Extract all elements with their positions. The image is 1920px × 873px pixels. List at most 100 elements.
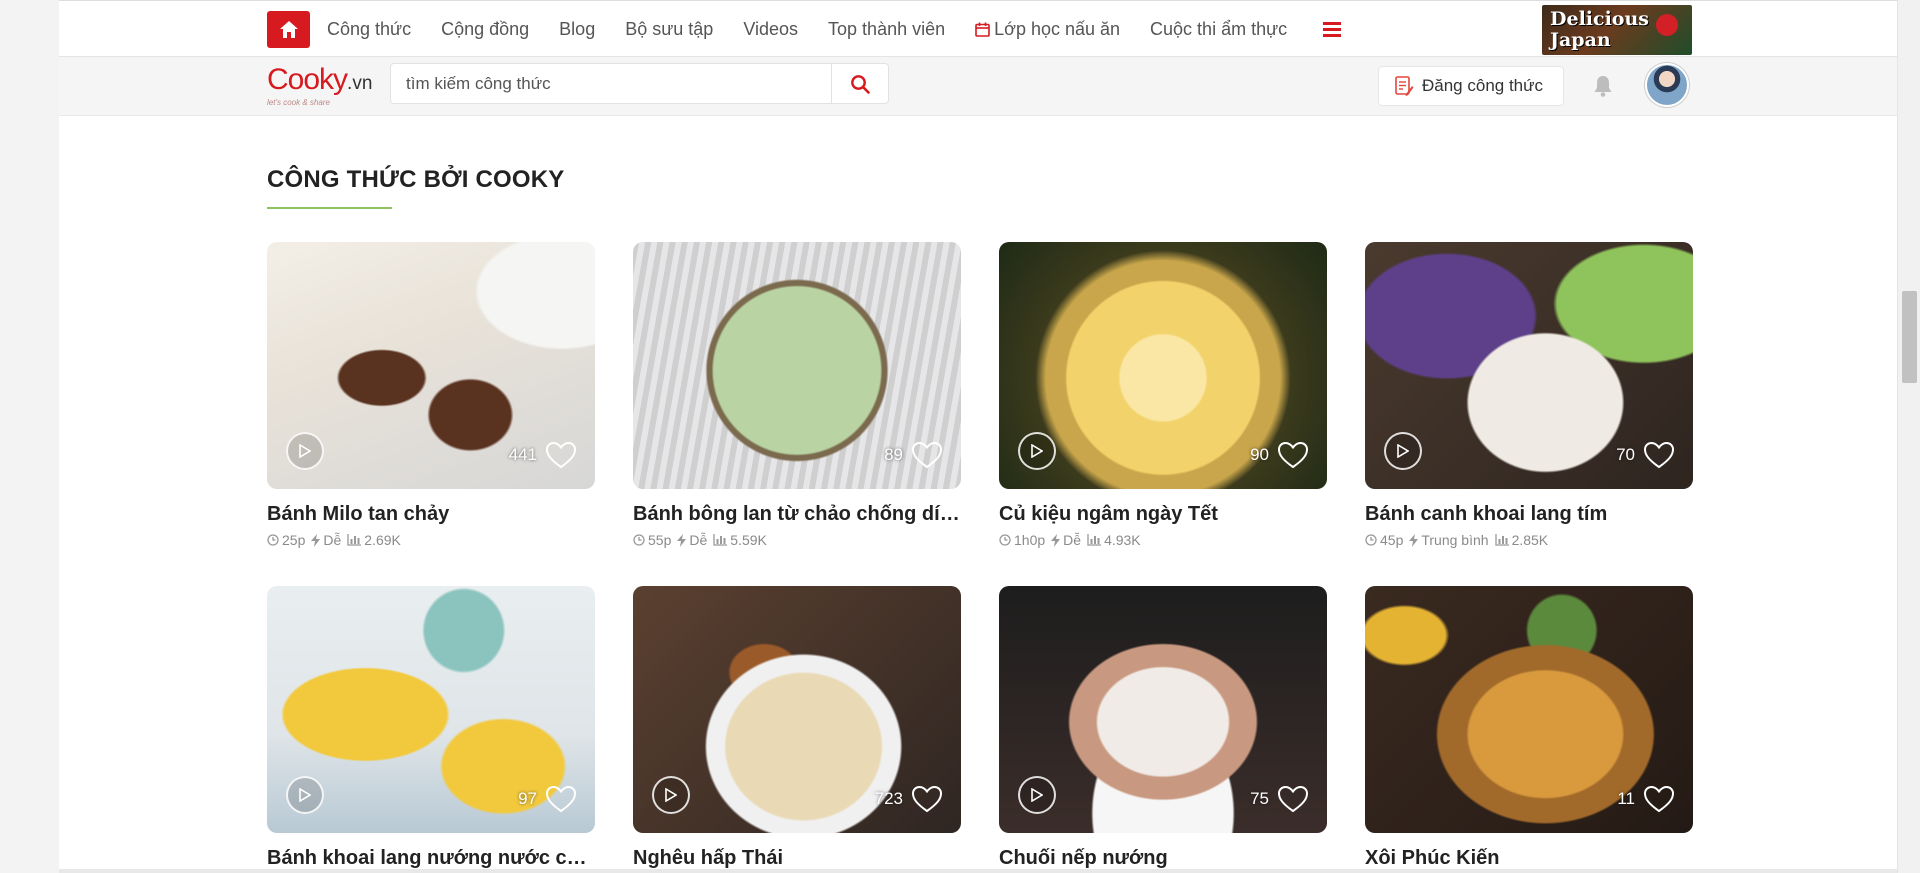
recipe-card[interactable]: 97 Bánh khoai lang nướng nước cốt dừa xyxy=(267,586,595,870)
recipe-title[interactable]: Chuối nếp nướng xyxy=(999,847,1327,870)
nav-item-top-thanh-vien[interactable]: Top thành viên xyxy=(828,19,945,40)
bar-chart-icon xyxy=(1494,534,1509,546)
clock-icon xyxy=(633,534,645,546)
nav-item-blog[interactable]: Blog xyxy=(559,19,595,40)
recipe-views: 2.85K xyxy=(1511,532,1549,548)
play-icon[interactable] xyxy=(652,776,690,814)
recipe-views: 2.69K xyxy=(364,532,401,548)
bolt-icon xyxy=(1051,533,1061,547)
post-recipe-label: Đăng công thức xyxy=(1422,76,1544,95)
recipe-card[interactable]: 441 Bánh Milo tan chảy 25p Dễ 2.69K xyxy=(267,242,595,548)
recipe-level: Dễ xyxy=(689,532,708,548)
nav-item-cuoc-thi[interactable]: Cuộc thi ẩm thực xyxy=(1150,19,1287,40)
home-icon xyxy=(279,21,298,38)
recipe-thumbnail[interactable]: 441 xyxy=(267,242,595,489)
recipe-title[interactable]: Bánh Milo tan chảy xyxy=(267,503,595,526)
play-icon[interactable] xyxy=(1384,432,1422,470)
notification-bell-icon[interactable] xyxy=(1590,73,1616,99)
user-avatar[interactable] xyxy=(1645,63,1689,107)
horizontal-scrollbar[interactable] xyxy=(59,869,1897,873)
heart-icon[interactable] xyxy=(911,441,943,469)
recipe-title[interactable]: Xôi Phúc Kiến xyxy=(1365,847,1693,870)
top-nav: Công thức Cộng đồng Blog Bộ sưu tập Vide… xyxy=(59,0,1897,57)
heart-icon[interactable] xyxy=(911,785,943,813)
search-bar-row: Cooky.vn let's cook & share Đăng công th… xyxy=(59,57,1897,116)
recipe-title[interactable]: Nghêu hấp Thái xyxy=(633,847,961,870)
search-input[interactable] xyxy=(391,64,831,103)
recipe-time: 55p xyxy=(648,532,672,548)
post-recipe-button[interactable]: Đăng công thức xyxy=(1378,66,1564,106)
bolt-icon xyxy=(311,533,321,547)
recipe-title[interactable]: Bánh khoai lang nướng nước cốt dừa xyxy=(267,847,595,870)
recipe-card[interactable]: 70 Bánh canh khoai lang tím 45p Trung bì… xyxy=(1365,242,1693,548)
recipe-card[interactable]: 723 Nghêu hấp Thái xyxy=(633,586,961,870)
recipe-level: Dễ xyxy=(323,532,342,548)
heart-icon[interactable] xyxy=(1643,441,1675,469)
nav-item-cong-thuc[interactable]: Công thức xyxy=(327,19,411,40)
clock-icon xyxy=(1365,534,1377,546)
recipe-level: Trung bình xyxy=(1421,532,1489,548)
recipe-meta: 55p Dễ 5.59K xyxy=(633,532,961,548)
recipe-time: 45p xyxy=(1380,532,1404,548)
bolt-icon xyxy=(677,533,687,547)
nav-item-videos[interactable]: Videos xyxy=(743,19,798,40)
logo-text: Cooky xyxy=(267,63,348,96)
heart-icon[interactable] xyxy=(1277,785,1309,813)
recipe-title[interactable]: Củ kiệu ngâm ngày Tết xyxy=(999,503,1327,526)
play-icon[interactable] xyxy=(286,432,324,470)
recipe-card[interactable]: 89 Bánh bông lan từ chảo chống dính 55p … xyxy=(633,242,961,548)
bar-chart-icon xyxy=(1087,534,1102,546)
recipe-thumbnail[interactable]: 70 xyxy=(1365,242,1693,489)
nav-item-cong-dong[interactable]: Cộng đồng xyxy=(441,19,529,40)
like-count: 11 xyxy=(1617,789,1635,808)
play-icon[interactable] xyxy=(1018,776,1056,814)
section-title: CÔNG THỨC BỞI COOKY xyxy=(267,166,565,193)
like-count: 90 xyxy=(1250,445,1269,464)
recipe-title[interactable]: Bánh canh khoai lang tím xyxy=(1365,503,1693,526)
delicious-japan-banner[interactable]: Delicious Japan xyxy=(1542,5,1692,55)
recipe-views: 5.59K xyxy=(730,532,767,548)
hamburger-menu-icon[interactable] xyxy=(1323,19,1342,40)
recipe-card[interactable]: 11 Xôi Phúc Kiến xyxy=(1365,586,1693,870)
like-count: 70 xyxy=(1616,445,1635,464)
bar-chart-icon xyxy=(713,534,728,546)
search-icon xyxy=(851,74,870,94)
like-count: 441 xyxy=(508,445,537,464)
nav-links: Công thức Cộng đồng Blog Bộ sưu tập Vide… xyxy=(327,1,1342,57)
recipe-meta: 25p Dễ 2.69K xyxy=(267,532,595,548)
clock-icon xyxy=(267,534,279,546)
bolt-icon xyxy=(1409,533,1419,547)
scrollbar-thumb[interactable] xyxy=(1902,291,1917,383)
section-underline xyxy=(267,207,392,209)
like-count: 97 xyxy=(518,789,537,808)
heart-icon[interactable] xyxy=(1643,785,1675,813)
recipe-title[interactable]: Bánh bông lan từ chảo chống dính xyxy=(633,503,961,526)
nav-item-bo-suu-tap[interactable]: Bộ sưu tập xyxy=(625,19,713,40)
recipe-thumbnail[interactable]: 90 xyxy=(999,242,1327,489)
recipe-card[interactable]: 75 Chuối nếp nướng xyxy=(999,586,1327,870)
recipe-level: Dễ xyxy=(1063,532,1082,548)
recipe-thumbnail[interactable]: 97 xyxy=(267,586,595,833)
vertical-scrollbar[interactable] xyxy=(1897,0,1920,873)
like-count: 75 xyxy=(1250,789,1269,808)
recipe-meta: 45p Trung bình 2.85K xyxy=(1365,532,1693,548)
recipe-thumbnail[interactable]: 89 xyxy=(633,242,961,489)
home-button[interactable] xyxy=(267,11,310,48)
recipe-time: 1h0p xyxy=(1014,532,1046,548)
search-button[interactable] xyxy=(831,64,888,103)
cooky-logo[interactable]: Cooky.vn let's cook & share xyxy=(267,64,387,108)
heart-icon[interactable] xyxy=(545,441,577,469)
play-icon[interactable] xyxy=(286,776,324,814)
heart-icon[interactable] xyxy=(545,785,577,813)
heart-icon[interactable] xyxy=(1277,441,1309,469)
banner-text: Delicious Japan xyxy=(1550,8,1649,51)
recipe-card[interactable]: 90 Củ kiệu ngâm ngày Tết 1h0p Dễ 4.93K xyxy=(999,242,1327,548)
recipe-thumbnail[interactable]: 723 xyxy=(633,586,961,833)
page: Công thức Cộng đồng Blog Bộ sưu tập Vide… xyxy=(59,0,1897,873)
recipe-thumbnail[interactable]: 75 xyxy=(999,586,1327,833)
play-icon[interactable] xyxy=(1018,432,1056,470)
bar-chart-icon xyxy=(347,534,362,546)
nav-item-lop-hoc[interactable]: Lớp học nấu ăn xyxy=(975,19,1120,40)
edit-document-icon xyxy=(1395,76,1414,96)
recipe-thumbnail[interactable]: 11 xyxy=(1365,586,1693,833)
